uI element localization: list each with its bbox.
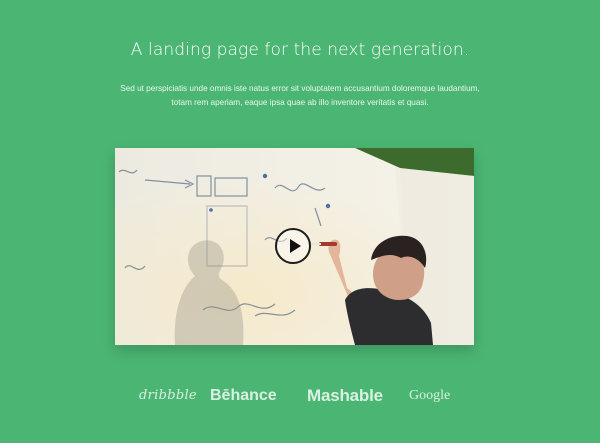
- play-button[interactable]: [275, 228, 311, 264]
- dribbble-logo: dribbble: [139, 388, 197, 403]
- hero-description: Sed ut perspiciatis unde omnis iste natu…: [100, 82, 500, 110]
- play-icon: [290, 239, 301, 253]
- mashable-logo: Mashable: [307, 386, 383, 405]
- behance-logo: Bēhance: [210, 387, 277, 404]
- video-player[interactable]: [115, 148, 474, 345]
- hero-description-line-1: Sed ut perspiciatis unde omnis iste natu…: [120, 84, 480, 93]
- google-logo: Google: [409, 388, 451, 403]
- hero-title: A landing page for the next generation.: [130, 40, 470, 60]
- press-logos: dribbble Bēhance Mashable Google: [0, 380, 600, 412]
- hero-description-line-2: totam rem aperiam, eaque ipsa quae ab il…: [171, 98, 429, 107]
